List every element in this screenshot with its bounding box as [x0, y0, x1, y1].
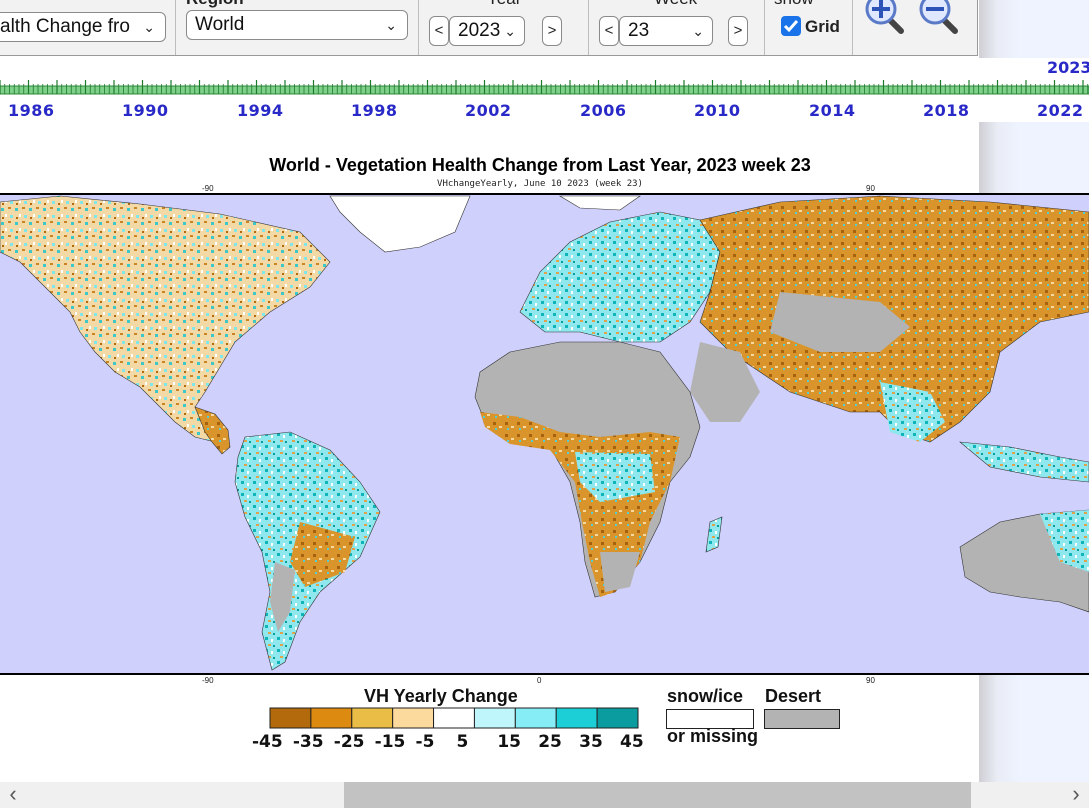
- timeline-ticks[interactable]: [0, 78, 1089, 96]
- week-select[interactable]: 23 ⌄: [619, 16, 713, 46]
- legend-color-swatch: [392, 707, 435, 729]
- chevron-down-icon: ⌄: [385, 17, 397, 33]
- timeline-year-label[interactable]: 2002: [465, 101, 512, 120]
- legend-tick-label: -25: [333, 732, 365, 752]
- legend-tick-label: 35: [579, 732, 603, 752]
- region-select[interactable]: World ⌄: [186, 10, 408, 40]
- legend-tick-label: -15: [374, 732, 406, 752]
- world-vegetation-map[interactable]: -90: [0, 192, 1089, 684]
- year-prev-button[interactable]: <: [429, 16, 449, 46]
- week-next-button[interactable]: >: [728, 16, 748, 46]
- legend-color-swatch: [473, 707, 516, 729]
- legend-color-swatch: [310, 707, 353, 729]
- year-next-button[interactable]: >: [542, 16, 562, 46]
- zoom-in-icon[interactable]: [865, 0, 919, 35]
- horizontal-scrollbar[interactable]: ‹ ›: [0, 782, 1089, 808]
- timeline-year-label[interactable]: 1994: [237, 101, 284, 120]
- show-cell: show Grid: [765, 0, 853, 55]
- timeline-year-label[interactable]: 2022: [1037, 101, 1084, 120]
- show-label: show: [774, 0, 814, 9]
- legend-color-swatch: [269, 707, 312, 729]
- desert-swatch: [764, 709, 840, 729]
- legend-color-swatch: [514, 707, 557, 729]
- legend-tick-label: 15: [497, 732, 521, 752]
- product-select-value: alth Change fro: [0, 16, 130, 37]
- lon-label-top-east: 90: [866, 184, 875, 193]
- missing-label: or missing: [667, 726, 759, 746]
- desert-label: Desert: [765, 686, 822, 706]
- legend-color-swatch: [596, 707, 639, 729]
- year-label: Year: [487, 0, 521, 9]
- legend-color-swatch: [433, 707, 475, 729]
- legend-tick-label: -5: [415, 732, 435, 752]
- legend-color-swatch: [555, 707, 598, 729]
- timeline-year-label[interactable]: 2010: [694, 101, 741, 120]
- scroll-right-icon[interactable]: ›: [1063, 782, 1089, 808]
- product-cell: alth Change fro ⌄: [0, 0, 176, 55]
- toolbar: alth Change fro ⌄ Region World ⌄ Year < …: [0, 0, 978, 56]
- product-select[interactable]: alth Change fro ⌄: [0, 12, 166, 42]
- legend-tick-label: 5: [456, 732, 469, 752]
- timeline-year-label[interactable]: 2006: [580, 101, 627, 120]
- legend-tick-label: -45: [252, 732, 283, 752]
- chevron-down-icon: ⌄: [504, 23, 516, 39]
- legend-color-swatch: [351, 707, 394, 729]
- timeline-year-label[interactable]: 1990: [122, 101, 169, 120]
- timeline-year-label[interactable]: 2018: [923, 101, 970, 120]
- timeline-year-label[interactable]: 1986: [8, 101, 55, 120]
- map-subtitle: VHchangeYearly, June 10 2023 (week 23): [437, 179, 643, 189]
- grid-checkbox[interactable]: [781, 16, 801, 36]
- year-cell: Year < 2023 ⌄ >: [419, 0, 589, 55]
- region-cell: Region World ⌄: [176, 0, 419, 55]
- page: alth Change fro ⌄ Region World ⌄ Year < …: [0, 0, 1089, 808]
- lon-label-bottom-east: 90: [866, 676, 875, 685]
- week-prev-button[interactable]: <: [599, 16, 619, 46]
- region-select-value: World: [195, 14, 245, 35]
- legend-tick-label: 25: [538, 732, 562, 752]
- chevron-down-icon: ⌄: [692, 23, 704, 39]
- legend-color-bar: [269, 707, 639, 729]
- week-label: Week: [654, 0, 697, 9]
- chevron-down-icon: ⌄: [143, 19, 155, 35]
- scrollbar-thumb[interactable]: [344, 782, 971, 808]
- legend-tick-label: -35: [292, 732, 324, 752]
- region-label: Region: [186, 0, 244, 9]
- scroll-left-icon[interactable]: ‹: [0, 782, 26, 808]
- lon-label-top-west: -90: [202, 184, 214, 193]
- grid-label: Grid: [805, 17, 840, 36]
- year-select-value: 2023: [458, 20, 501, 41]
- legend-title: VH Yearly Change: [364, 686, 518, 706]
- snow-ice-label: snow/ice: [667, 686, 744, 706]
- week-cell: Week < 23 ⌄ >: [589, 0, 765, 55]
- lon-label-bottom-west: -90: [202, 676, 214, 685]
- zoom-out-icon[interactable]: [919, 0, 973, 35]
- map-title: World - Vegetation Health Change from La…: [269, 155, 811, 175]
- lon-label-bottom-center: 0: [537, 676, 542, 685]
- zoom-cell: [853, 0, 977, 55]
- week-select-value: 23: [628, 20, 650, 41]
- year-select[interactable]: 2023 ⌄: [449, 16, 525, 46]
- timeline-year-label[interactable]: 1998: [351, 101, 398, 120]
- checkmark-icon: [783, 20, 799, 33]
- timeline-year-label[interactable]: 2014: [809, 101, 856, 120]
- legend-tick-label: 45: [620, 732, 644, 752]
- timeline-current-year: 2023: [1047, 58, 1089, 77]
